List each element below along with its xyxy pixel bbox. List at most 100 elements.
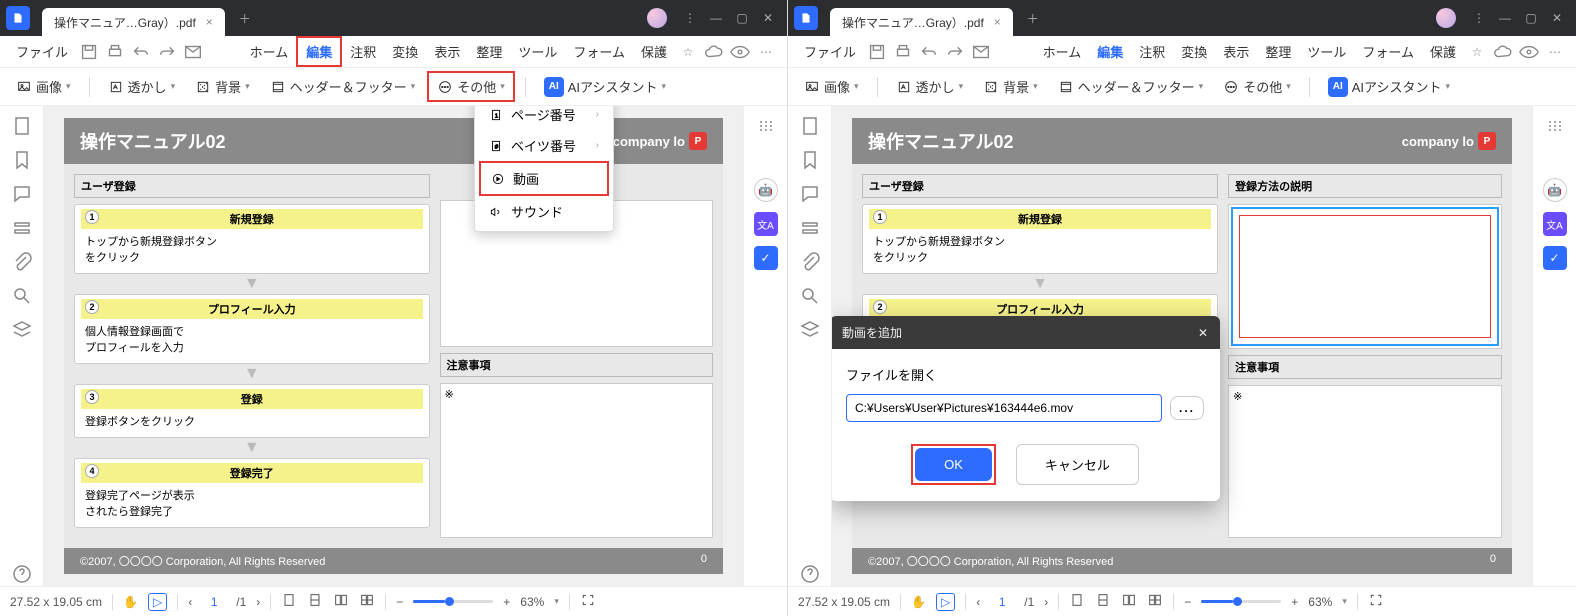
- new-tab-button[interactable]: ＋: [233, 6, 257, 30]
- save-icon[interactable]: [78, 41, 100, 63]
- zoom-out-icon[interactable]: −: [396, 595, 403, 609]
- attachments-icon[interactable]: [10, 250, 34, 274]
- menu-protect[interactable]: 保護: [633, 38, 675, 65]
- view-mode-2-icon[interactable]: [307, 592, 323, 611]
- dropdown-video[interactable]: 動画: [479, 161, 609, 196]
- star-icon[interactable]: ☆: [677, 41, 699, 63]
- cloud-icon[interactable]: [703, 41, 725, 63]
- eye-icon[interactable]: [1518, 41, 1540, 63]
- document-canvas[interactable]: 操作マニュアル02 company lo P ユーザ登録 1新規登録 トップから…: [44, 106, 743, 586]
- menu-home[interactable]: ホーム: [242, 38, 297, 65]
- zoom-in-icon[interactable]: +: [1291, 595, 1298, 609]
- minimize-button[interactable]: —: [1492, 5, 1518, 31]
- undo-icon[interactable]: [130, 41, 152, 63]
- translate-icon[interactable]: 文A: [1543, 212, 1567, 236]
- zoom-slider[interactable]: [1201, 600, 1281, 603]
- tool-header-footer[interactable]: ヘッダー＆フッター▾: [262, 73, 424, 100]
- menu-convert[interactable]: 変換: [384, 38, 426, 65]
- menu-organize[interactable]: 整理: [1257, 38, 1299, 65]
- tab-close-icon[interactable]: ×: [206, 15, 213, 29]
- prev-page-icon[interactable]: ‹: [976, 595, 980, 609]
- document-canvas[interactable]: 操作マニュアル02 company lo P ユーザ登録 1新規登録 トップから…: [832, 106, 1532, 586]
- next-page-icon[interactable]: ›: [256, 595, 260, 609]
- comments-icon[interactable]: [798, 182, 822, 206]
- ai-chat-icon[interactable]: 🤖: [754, 178, 778, 202]
- document-tab[interactable]: 操作マニュア…Gray）.pdf ×: [42, 8, 225, 36]
- close-button[interactable]: ✕: [755, 5, 781, 31]
- new-tab-button[interactable]: ＋: [1021, 6, 1045, 30]
- menu-display[interactable]: 表示: [1215, 38, 1257, 65]
- page-input[interactable]: [202, 595, 226, 609]
- menu-home[interactable]: ホーム: [1035, 38, 1090, 65]
- menu-protect[interactable]: 保護: [1422, 38, 1464, 65]
- overflow-icon[interactable]: ⋯: [755, 41, 777, 63]
- menu-display[interactable]: 表示: [426, 38, 468, 65]
- undo-icon[interactable]: [918, 41, 940, 63]
- more-icon[interactable]: ⋮: [677, 5, 703, 31]
- thumbnails-icon[interactable]: [798, 114, 822, 138]
- redo-icon[interactable]: [156, 41, 178, 63]
- hand-tool-icon[interactable]: ✋: [911, 595, 926, 609]
- dropdown-bates-number[interactable]: #ベイツ番号›: [479, 130, 609, 161]
- menu-file[interactable]: ファイル: [796, 38, 864, 65]
- maximize-button[interactable]: ▢: [729, 5, 755, 31]
- tool-header-footer[interactable]: ヘッダー＆フッター▾: [1050, 73, 1212, 100]
- cancel-button[interactable]: キャンセル: [1016, 444, 1139, 485]
- redo-icon[interactable]: [944, 41, 966, 63]
- close-button[interactable]: ✕: [1544, 5, 1570, 31]
- tool-ai-assistant[interactable]: AIAIアシスタント▾: [536, 73, 674, 101]
- menu-form[interactable]: フォーム: [565, 38, 633, 65]
- menu-edit[interactable]: 編集: [296, 36, 342, 67]
- tool-background[interactable]: 背景▾: [975, 73, 1046, 100]
- tab-close-icon[interactable]: ×: [994, 15, 1001, 29]
- minimize-button[interactable]: —: [703, 5, 729, 31]
- tool-ai-assistant[interactable]: AIAIアシスタント▾: [1320, 73, 1458, 101]
- search-icon[interactable]: [10, 284, 34, 308]
- email-icon[interactable]: [182, 41, 204, 63]
- menu-file[interactable]: ファイル: [8, 38, 76, 65]
- ok-button[interactable]: OK: [915, 448, 992, 481]
- browse-button[interactable]: ...: [1170, 396, 1204, 420]
- dropdown-page-number[interactable]: 1ページ番号›: [479, 106, 609, 130]
- print-icon[interactable]: [892, 41, 914, 63]
- help-icon[interactable]: [798, 562, 822, 586]
- tool-watermark[interactable]: 透かし▾: [100, 73, 184, 100]
- maximize-button[interactable]: ▢: [1518, 5, 1544, 31]
- bookmarks-icon[interactable]: [798, 148, 822, 172]
- ai-chat-icon[interactable]: 🤖: [1543, 178, 1567, 202]
- email-icon[interactable]: [970, 41, 992, 63]
- next-page-icon[interactable]: ›: [1044, 595, 1048, 609]
- menu-form[interactable]: フォーム: [1354, 38, 1422, 65]
- layers-icon[interactable]: [10, 318, 34, 342]
- select-tool-icon[interactable]: ▷: [148, 593, 167, 611]
- view-mode-1-icon[interactable]: [281, 592, 297, 611]
- prev-page-icon[interactable]: ‹: [188, 595, 192, 609]
- fields-icon[interactable]: [10, 216, 34, 240]
- document-tab[interactable]: 操作マニュア…Gray）.pdf ×: [830, 8, 1013, 36]
- tool-watermark[interactable]: 透かし▾: [888, 73, 972, 100]
- check-icon[interactable]: ✓: [1543, 246, 1567, 270]
- overflow-icon[interactable]: ⋯: [1544, 41, 1566, 63]
- zoom-in-icon[interactable]: +: [503, 595, 510, 609]
- view-mode-1-icon[interactable]: [1069, 592, 1085, 611]
- video-selection-box[interactable]: [1231, 207, 1499, 346]
- tool-other[interactable]: その他▾: [1215, 73, 1299, 100]
- menu-annotate[interactable]: 注釈: [342, 38, 384, 65]
- tool-image[interactable]: 画像▾: [8, 73, 79, 100]
- dialog-close-icon[interactable]: ✕: [1198, 326, 1208, 340]
- view-mode-3-icon[interactable]: [1121, 592, 1137, 611]
- print-icon[interactable]: [104, 41, 126, 63]
- bookmarks-icon[interactable]: [10, 148, 34, 172]
- menu-organize[interactable]: 整理: [468, 38, 510, 65]
- settings-icon[interactable]: [754, 114, 778, 138]
- user-avatar[interactable]: [647, 8, 667, 28]
- thumbnails-icon[interactable]: [10, 114, 34, 138]
- attachments-icon[interactable]: [798, 250, 822, 274]
- page-input[interactable]: [990, 595, 1014, 609]
- save-icon[interactable]: [866, 41, 888, 63]
- zoom-out-icon[interactable]: −: [1184, 595, 1191, 609]
- check-icon[interactable]: ✓: [754, 246, 778, 270]
- tool-image[interactable]: 画像▾: [796, 73, 867, 100]
- eye-icon[interactable]: [729, 41, 751, 63]
- star-icon[interactable]: ☆: [1466, 41, 1488, 63]
